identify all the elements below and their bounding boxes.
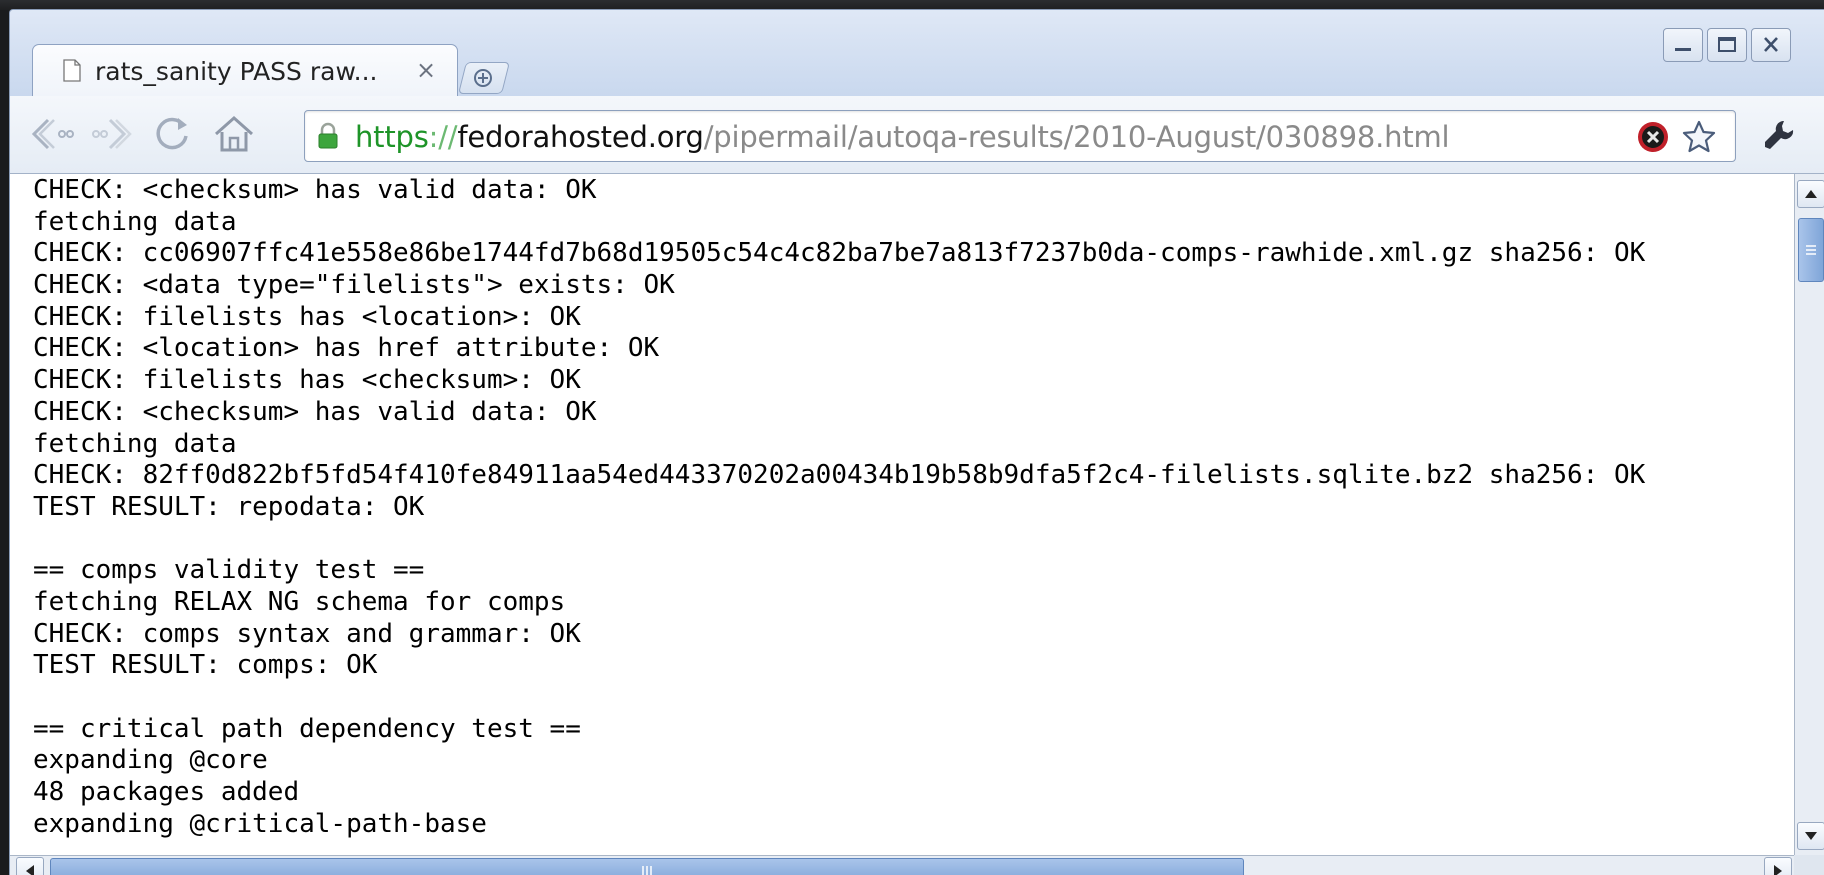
grip-icon [642,866,652,875]
tab-strip: rats_sanity PASS raw... × [10,10,1824,97]
scroll-down-button[interactable] [1797,822,1824,850]
url-path: /pipermail/autoqa-results/2010-August/03… [703,120,1450,154]
log-line: TEST RESULT: comps: OK [33,650,378,681]
url-scheme: https [355,120,429,154]
blocked-content-icon[interactable] [1637,121,1669,153]
close-icon [1764,37,1778,52]
grip-icon [1806,245,1816,255]
wrench-menu-icon[interactable] [1762,118,1796,152]
bookmark-star-icon[interactable] [1681,119,1717,155]
log-line: CHECK: <checksum> has valid data: OK [33,175,597,205]
close-window-button[interactable] [1751,28,1791,62]
log-line: fetching data [33,206,237,237]
lock-icon [318,122,338,149]
maximize-button[interactable] [1707,28,1747,62]
home-button[interactable] [210,110,258,158]
tab-active[interactable]: rats_sanity PASS raw... × [32,44,458,97]
log-line: CHECK: comps syntax and grammar: OK [33,618,581,649]
log-line: expanding @core [33,745,268,776]
address-bar[interactable]: https://fedorahosted.org/pipermail/autoq… [304,110,1736,162]
log-line: == comps validity test == [33,555,425,586]
log-line: expanding @critical-path-base [33,808,487,839]
scroll-left-button[interactable] [16,857,44,875]
log-line: CHECK: <data type="filelists"> exists: O… [33,270,675,301]
browser-window: rats_sanity PASS raw... × https://fedora… [9,9,1824,875]
log-line: CHECK: cc06907ffc41e558e86be1744fd7b68d1… [33,238,1646,269]
horizontal-scroll-thumb[interactable] [50,858,1244,875]
maximize-icon [1718,37,1736,52]
url-text[interactable]: https://fedorahosted.org/pipermail/autoq… [355,120,1450,154]
page-content: CHECK: <checksum> has valid data: OK fetc… [10,174,1794,855]
log-line: CHECK: filelists has <location>: OK [33,301,581,332]
vertical-scrollbar[interactable] [1794,174,1824,855]
back-arrow-icon [31,118,74,150]
home-icon [215,115,253,152]
arrow-down-icon [1805,832,1817,840]
tab-close-icon[interactable]: × [413,56,439,84]
url-host: fedorahosted.org [457,120,704,154]
reload-icon [156,117,188,150]
scrollbar-corner [1794,855,1824,875]
raw-log-text: CHECK: <checksum> has valid data: OK fetc… [33,175,1645,840]
arrow-up-icon [1805,190,1817,198]
navigation-toolbar: https://fedorahosted.org/pipermail/autoq… [10,96,1824,174]
page-icon [63,59,81,82]
log-line: CHECK: filelists has <checksum>: OK [33,365,581,396]
arrow-left-icon [26,865,34,875]
log-line: TEST RESULT: repodata: OK [33,491,425,522]
forward-button[interactable] [88,110,136,158]
log-line: CHECK: <location> has href attribute: OK [33,333,660,364]
back-button[interactable] [28,110,76,158]
log-line: CHECK: 82ff0d822bf5fd54f410fe84911aa54ed… [33,460,1646,491]
log-line: CHECK: <checksum> has valid data: OK [33,396,597,427]
minimize-icon [1675,48,1691,51]
scroll-right-button[interactable] [1764,857,1792,875]
reload-button[interactable] [148,110,196,158]
url-separator: :// [428,120,458,154]
plus-icon [474,69,492,87]
tab-title: rats_sanity PASS raw... [95,57,378,86]
scroll-up-button[interactable] [1797,180,1824,208]
horizontal-scrollbar[interactable] [10,855,1794,875]
log-line: == critical path dependency test == [33,713,581,744]
vertical-scroll-thumb[interactable] [1798,218,1824,282]
arrow-right-icon [1774,865,1782,875]
forward-arrow-icon [92,118,132,150]
log-line: fetching data [33,428,237,459]
log-line: 48 packages added [33,777,300,808]
log-line: fetching RELAX NG schema for comps [33,586,566,617]
minimize-button[interactable] [1663,28,1703,62]
